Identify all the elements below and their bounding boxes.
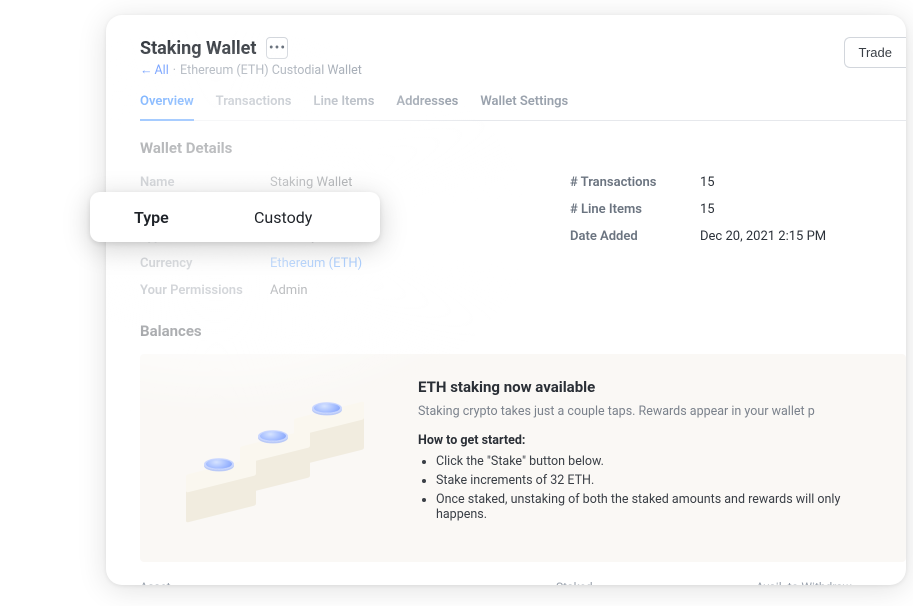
- more-options-button[interactable]: •••: [266, 37, 288, 59]
- more-horizontal-icon: •••: [269, 40, 286, 56]
- detail-label-line-items: # Line Items: [570, 202, 700, 217]
- app-window: Staking Wallet ••• ← All · Ethereum (ETH…: [106, 15, 906, 585]
- detail-label-name: Name: [140, 175, 270, 190]
- detail-value-permissions: Admin: [270, 283, 308, 298]
- promo-title: ETH staking now available: [418, 378, 878, 396]
- detail-value-transactions: 15: [700, 175, 715, 190]
- staking-illustration: [160, 378, 390, 538]
- page-title: Staking Wallet: [140, 38, 256, 59]
- detail-label-currency: Currency: [140, 256, 270, 271]
- howto-item: Stake increments of 32 ETH.: [436, 473, 878, 488]
- highlight-label: Type: [134, 208, 254, 227]
- tab-transactions[interactable]: Transactions: [216, 94, 292, 120]
- howto-list: Click the "Stake" button below. Stake in…: [418, 454, 878, 522]
- howto-item: Click the "Stake" button below.: [436, 454, 878, 469]
- detail-label-permissions: Your Permissions: [140, 283, 270, 298]
- detail-value-name: Staking Wallet: [270, 175, 352, 190]
- promo-subtitle: Staking crypto takes just a couple taps.…: [418, 404, 878, 419]
- wallet-details-heading: Wallet Details: [140, 139, 906, 157]
- tabs: Overview Transactions Line Items Address…: [140, 94, 906, 121]
- coin-icon: [204, 458, 234, 469]
- breadcrumb-back-label: All: [155, 63, 169, 78]
- arrow-left-icon: ←: [140, 63, 153, 78]
- breadcrumb: ← All · Ethereum (ETH) Custodial Wallet: [140, 63, 906, 78]
- col-header-avail: Avail. to Withdraw: [756, 580, 876, 585]
- detail-label-transactions: # Transactions: [570, 175, 700, 190]
- detail-label-date-added: Date Added: [570, 229, 700, 244]
- detail-value-currency[interactable]: Ethereum (ETH): [270, 256, 362, 271]
- col-header-staked: Staked: [556, 580, 756, 585]
- highlight-popover: Type Custody: [90, 192, 380, 242]
- tab-overview[interactable]: Overview: [140, 94, 194, 121]
- breadcrumb-subtitle: Ethereum (ETH) Custodial Wallet: [180, 63, 362, 78]
- detail-value-date-added: Dec 20, 2021 2:15 PM: [700, 229, 826, 244]
- breadcrumb-back-link[interactable]: ← All: [140, 63, 169, 78]
- tab-addresses[interactable]: Addresses: [396, 94, 458, 120]
- balances-heading: Balances: [140, 322, 906, 340]
- trade-button[interactable]: Trade: [844, 37, 906, 68]
- coin-icon: [258, 430, 288, 441]
- highlight-value: Custody: [254, 208, 312, 227]
- col-header-asset: Asset: [140, 580, 556, 585]
- tab-line-items[interactable]: Line Items: [313, 94, 374, 120]
- balances-table-header: Asset Staked Avail. to Withdraw: [140, 580, 906, 585]
- howto-title: How to get started:: [418, 433, 878, 448]
- balances-promo-box: ETH staking now available Staking crypto…: [140, 354, 906, 562]
- coin-icon: [312, 402, 342, 413]
- breadcrumb-separator: ·: [173, 63, 176, 78]
- tab-wallet-settings[interactable]: Wallet Settings: [480, 94, 568, 120]
- detail-value-line-items: 15: [700, 202, 715, 217]
- howto-item: Once staked, unstaking of both the stake…: [436, 492, 878, 522]
